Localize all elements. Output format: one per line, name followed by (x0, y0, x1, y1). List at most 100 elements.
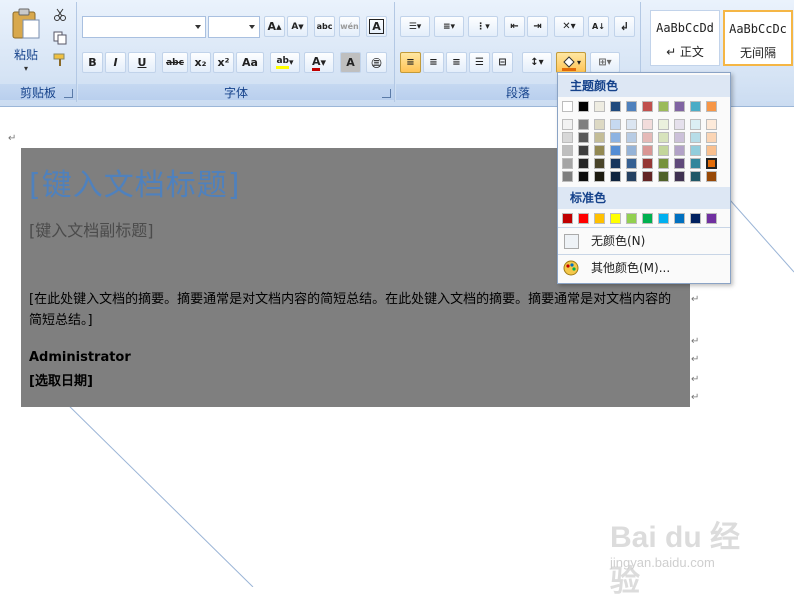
theme-color-swatch[interactable] (642, 101, 653, 112)
clear-format-button[interactable]: wén (339, 16, 360, 37)
copy-icon[interactable] (53, 31, 67, 45)
font-size-combo[interactable] (208, 16, 260, 38)
strikethrough-button[interactable]: abc (162, 52, 188, 73)
standard-color-swatch[interactable] (610, 213, 621, 224)
standard-color-swatch[interactable] (562, 213, 573, 224)
grow-font-button[interactable]: A ▲ (264, 16, 285, 37)
theme-shade-swatch[interactable] (706, 132, 717, 143)
theme-shade-swatch[interactable] (642, 145, 653, 156)
theme-shade-swatch[interactable] (610, 158, 621, 169)
theme-color-swatch[interactable] (674, 101, 685, 112)
theme-shade-swatch[interactable] (594, 119, 605, 130)
theme-shade-swatch[interactable] (690, 158, 701, 169)
theme-shade-swatch[interactable] (578, 171, 589, 182)
theme-shade-swatch[interactable] (690, 119, 701, 130)
theme-shade-swatch[interactable] (610, 145, 621, 156)
theme-color-swatch[interactable] (658, 101, 669, 112)
highlight-color-button[interactable]: ab ▾ (270, 52, 300, 73)
decrease-indent-button[interactable]: ⇤ (504, 16, 525, 37)
font-color-button[interactable]: A ▾ (304, 52, 334, 73)
theme-shade-swatch[interactable] (610, 171, 621, 182)
theme-color-swatch[interactable] (626, 101, 637, 112)
align-center-button[interactable]: ≡ (423, 52, 444, 73)
subscript-button[interactable]: x₂ (190, 52, 211, 73)
theme-shade-swatch[interactable] (594, 158, 605, 169)
borders-button[interactable]: ⊞▾ (590, 52, 620, 73)
theme-shade-swatch[interactable] (642, 119, 653, 130)
theme-shade-swatch[interactable] (626, 145, 637, 156)
clipboard-dialog-launcher[interactable] (64, 89, 73, 98)
theme-shade-swatch[interactable] (562, 145, 573, 156)
justify-button[interactable]: ☰ (469, 52, 490, 73)
theme-shade-swatch[interactable] (626, 119, 637, 130)
standard-color-swatch[interactable] (658, 213, 669, 224)
theme-shade-swatch[interactable] (706, 171, 717, 182)
increase-indent-button[interactable]: ⇥ (527, 16, 548, 37)
line-spacing-button[interactable]: ↕▾ (522, 52, 552, 73)
font-name-combo[interactable] (82, 16, 206, 38)
theme-shade-swatch[interactable] (706, 145, 717, 156)
show-hide-marks-button[interactable]: ↲ (614, 16, 635, 37)
character-shading-button[interactable]: A (340, 52, 361, 73)
theme-shade-swatch[interactable] (658, 145, 669, 156)
theme-color-swatch[interactable] (578, 101, 589, 112)
theme-shade-swatch[interactable] (594, 171, 605, 182)
bold-button[interactable]: B (82, 52, 103, 73)
theme-shade-swatch[interactable] (626, 132, 637, 143)
style-no-spacing[interactable]: AaBbCcDc 无间隔 (723, 10, 793, 66)
document-title[interactable]: [键入文档标题] (29, 160, 240, 204)
theme-shade-swatch[interactable] (562, 132, 573, 143)
chinese-layout-button[interactable]: ✕▾ (554, 16, 584, 37)
theme-color-swatch[interactable] (594, 101, 605, 112)
theme-shade-swatch[interactable] (658, 132, 669, 143)
theme-shade-swatch[interactable] (690, 171, 701, 182)
theme-shade-swatch[interactable] (626, 171, 637, 182)
style-normal[interactable]: AaBbCcDd ↵ 正文 (650, 10, 720, 66)
character-border-button[interactable]: A (366, 16, 387, 37)
standard-color-swatch[interactable] (626, 213, 637, 224)
theme-shade-swatch[interactable] (594, 132, 605, 143)
theme-shade-swatch[interactable] (674, 171, 685, 182)
distributed-button[interactable]: ⊟ (492, 52, 513, 73)
multilevel-list-button[interactable]: ⋮▾ (468, 16, 498, 37)
theme-shade-swatch[interactable] (562, 158, 573, 169)
theme-shade-swatch[interactable] (674, 145, 685, 156)
numbering-button[interactable]: ≡▾ (434, 16, 464, 37)
theme-shade-swatch[interactable] (642, 132, 653, 143)
phonetic-guide-button[interactable]: abc (314, 16, 335, 37)
standard-color-swatch[interactable] (594, 213, 605, 224)
theme-shade-swatch[interactable] (610, 119, 621, 130)
standard-color-swatch[interactable] (642, 213, 653, 224)
italic-button[interactable]: I (105, 52, 126, 73)
theme-shade-swatch[interactable] (578, 132, 589, 143)
document-subtitle[interactable]: [键入文档副标题] (29, 217, 154, 241)
theme-shade-swatch[interactable] (642, 171, 653, 182)
theme-shade-swatch[interactable] (562, 171, 573, 182)
sort-button[interactable]: A↓ (588, 16, 609, 37)
superscript-button[interactable]: x² (213, 52, 234, 73)
theme-shade-swatch[interactable] (690, 132, 701, 143)
standard-color-swatch[interactable] (690, 213, 701, 224)
theme-shade-swatch[interactable] (658, 119, 669, 130)
standard-color-swatch[interactable] (674, 213, 685, 224)
align-right-button[interactable]: ≡ (446, 52, 467, 73)
document-author[interactable]: Administrator (29, 350, 131, 365)
theme-shade-swatch[interactable] (594, 145, 605, 156)
underline-button[interactable]: U (128, 52, 156, 73)
theme-color-swatch[interactable] (562, 101, 573, 112)
theme-shade-swatch[interactable] (674, 132, 685, 143)
theme-shade-swatch[interactable] (578, 145, 589, 156)
paste-button[interactable]: 粘贴 ▾ (6, 6, 46, 76)
theme-shade-swatch[interactable] (658, 171, 669, 182)
document-date[interactable]: [选取日期] (29, 370, 93, 389)
theme-shade-swatch[interactable] (674, 158, 685, 169)
font-dialog-launcher[interactable] (382, 89, 391, 98)
theme-color-swatch[interactable] (706, 101, 717, 112)
theme-shade-swatch[interactable] (642, 158, 653, 169)
shading-button[interactable]: ▾ (556, 52, 586, 73)
cut-icon[interactable] (53, 8, 67, 22)
document-abstract[interactable]: [在此处键入文档的摘要。摘要通常是对文档内容的简短总结。在此处键入文档的摘要。摘… (29, 289, 684, 331)
theme-shade-swatch[interactable] (562, 119, 573, 130)
theme-shade-swatch[interactable] (610, 132, 621, 143)
change-case-button[interactable]: Aa (236, 52, 264, 73)
